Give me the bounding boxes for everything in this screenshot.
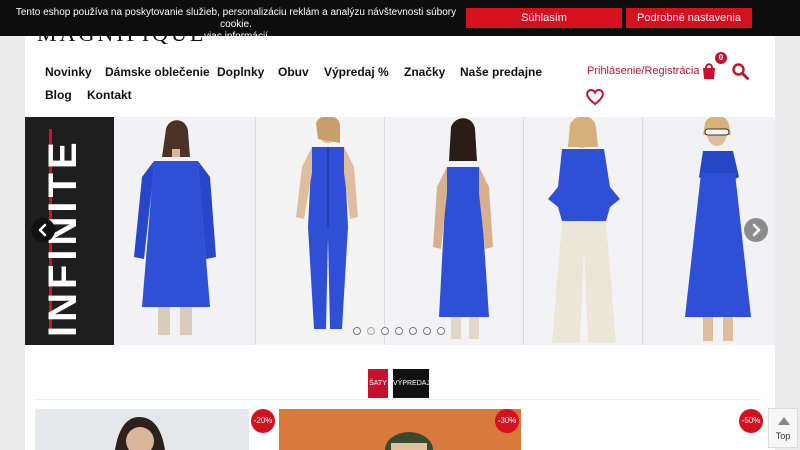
cookie-text: Tento eshop používa na poskytovanie služ… [14, 7, 458, 43]
slider-dot[interactable] [367, 327, 375, 335]
slider-dot[interactable] [381, 327, 389, 335]
nav-item-novinky[interactable]: Novinky [45, 65, 92, 79]
cookie-settings-button[interactable]: Podrobné nastavenia [626, 8, 752, 28]
scroll-to-top-button[interactable]: Top [768, 408, 798, 448]
nav-item-obuv[interactable]: Obuv [278, 65, 309, 79]
chevron-left-icon [38, 223, 47, 237]
cookie-message: Tento eshop používa na poskytovanie služ… [15, 7, 457, 30]
product-image [35, 409, 249, 450]
nav-item-znacky[interactable]: Značky [404, 65, 445, 79]
slide-model-image [385, 117, 523, 345]
product-card[interactable] [279, 409, 521, 450]
cookie-consent-bar: Tento eshop používa na poskytovanie služ… [0, 0, 800, 42]
slide-model-image [524, 117, 642, 345]
nav-item-doplnky[interactable]: Doplnky [217, 65, 264, 79]
tag-vypredaj[interactable]: VÝPREDAJ [393, 369, 430, 398]
slider-dot[interactable] [409, 327, 417, 335]
discount-badge: -30% [495, 409, 519, 433]
arrow-up-icon [778, 417, 790, 425]
page-container: MAGNIFIQUE Novinky Dámske oblečenie Dopl… [25, 0, 775, 450]
slider-dot[interactable] [423, 327, 431, 335]
wishlist-heart-icon[interactable] [585, 88, 605, 106]
slide-model-image [114, 117, 255, 345]
scroll-to-top-label: Top [775, 431, 791, 441]
nav-item-blog[interactable]: Blog [45, 88, 72, 102]
cart-count-badge: 0 [715, 52, 727, 64]
cart-icon[interactable] [699, 62, 719, 80]
cookie-more-info-link[interactable]: viac informácií [204, 31, 268, 42]
nav-item-nase-predajne[interactable]: Naše predajne [460, 65, 542, 79]
product-image [279, 409, 521, 450]
slide-model-image [256, 117, 384, 345]
nav-item-vypredaj[interactable]: Výpredaj % [324, 65, 389, 79]
discount-badge: -20% [251, 409, 275, 433]
product-card[interactable] [35, 409, 249, 450]
slider-dot[interactable] [395, 327, 403, 335]
tag-saty[interactable]: ŠATY [368, 369, 388, 398]
login-register-link[interactable]: Prihlásenie/Registrácia [587, 65, 700, 77]
chevron-right-icon [752, 223, 761, 237]
section-divider [35, 399, 761, 400]
search-icon[interactable] [731, 62, 749, 80]
slider-next-button[interactable] [744, 218, 768, 242]
cookie-accept-button[interactable]: Súhlasím [466, 8, 622, 28]
slider-dot[interactable] [353, 327, 361, 335]
nav-item-kontakt[interactable]: Kontakt [87, 88, 132, 102]
slider-dot[interactable] [437, 327, 445, 335]
nav-item-damske-oblecenie[interactable]: Dámske oblečenie [105, 65, 210, 79]
hero-slider[interactable]: INFINITE [25, 117, 775, 345]
discount-badge: -50% [739, 409, 763, 433]
slider-prev-button[interactable] [31, 218, 55, 242]
